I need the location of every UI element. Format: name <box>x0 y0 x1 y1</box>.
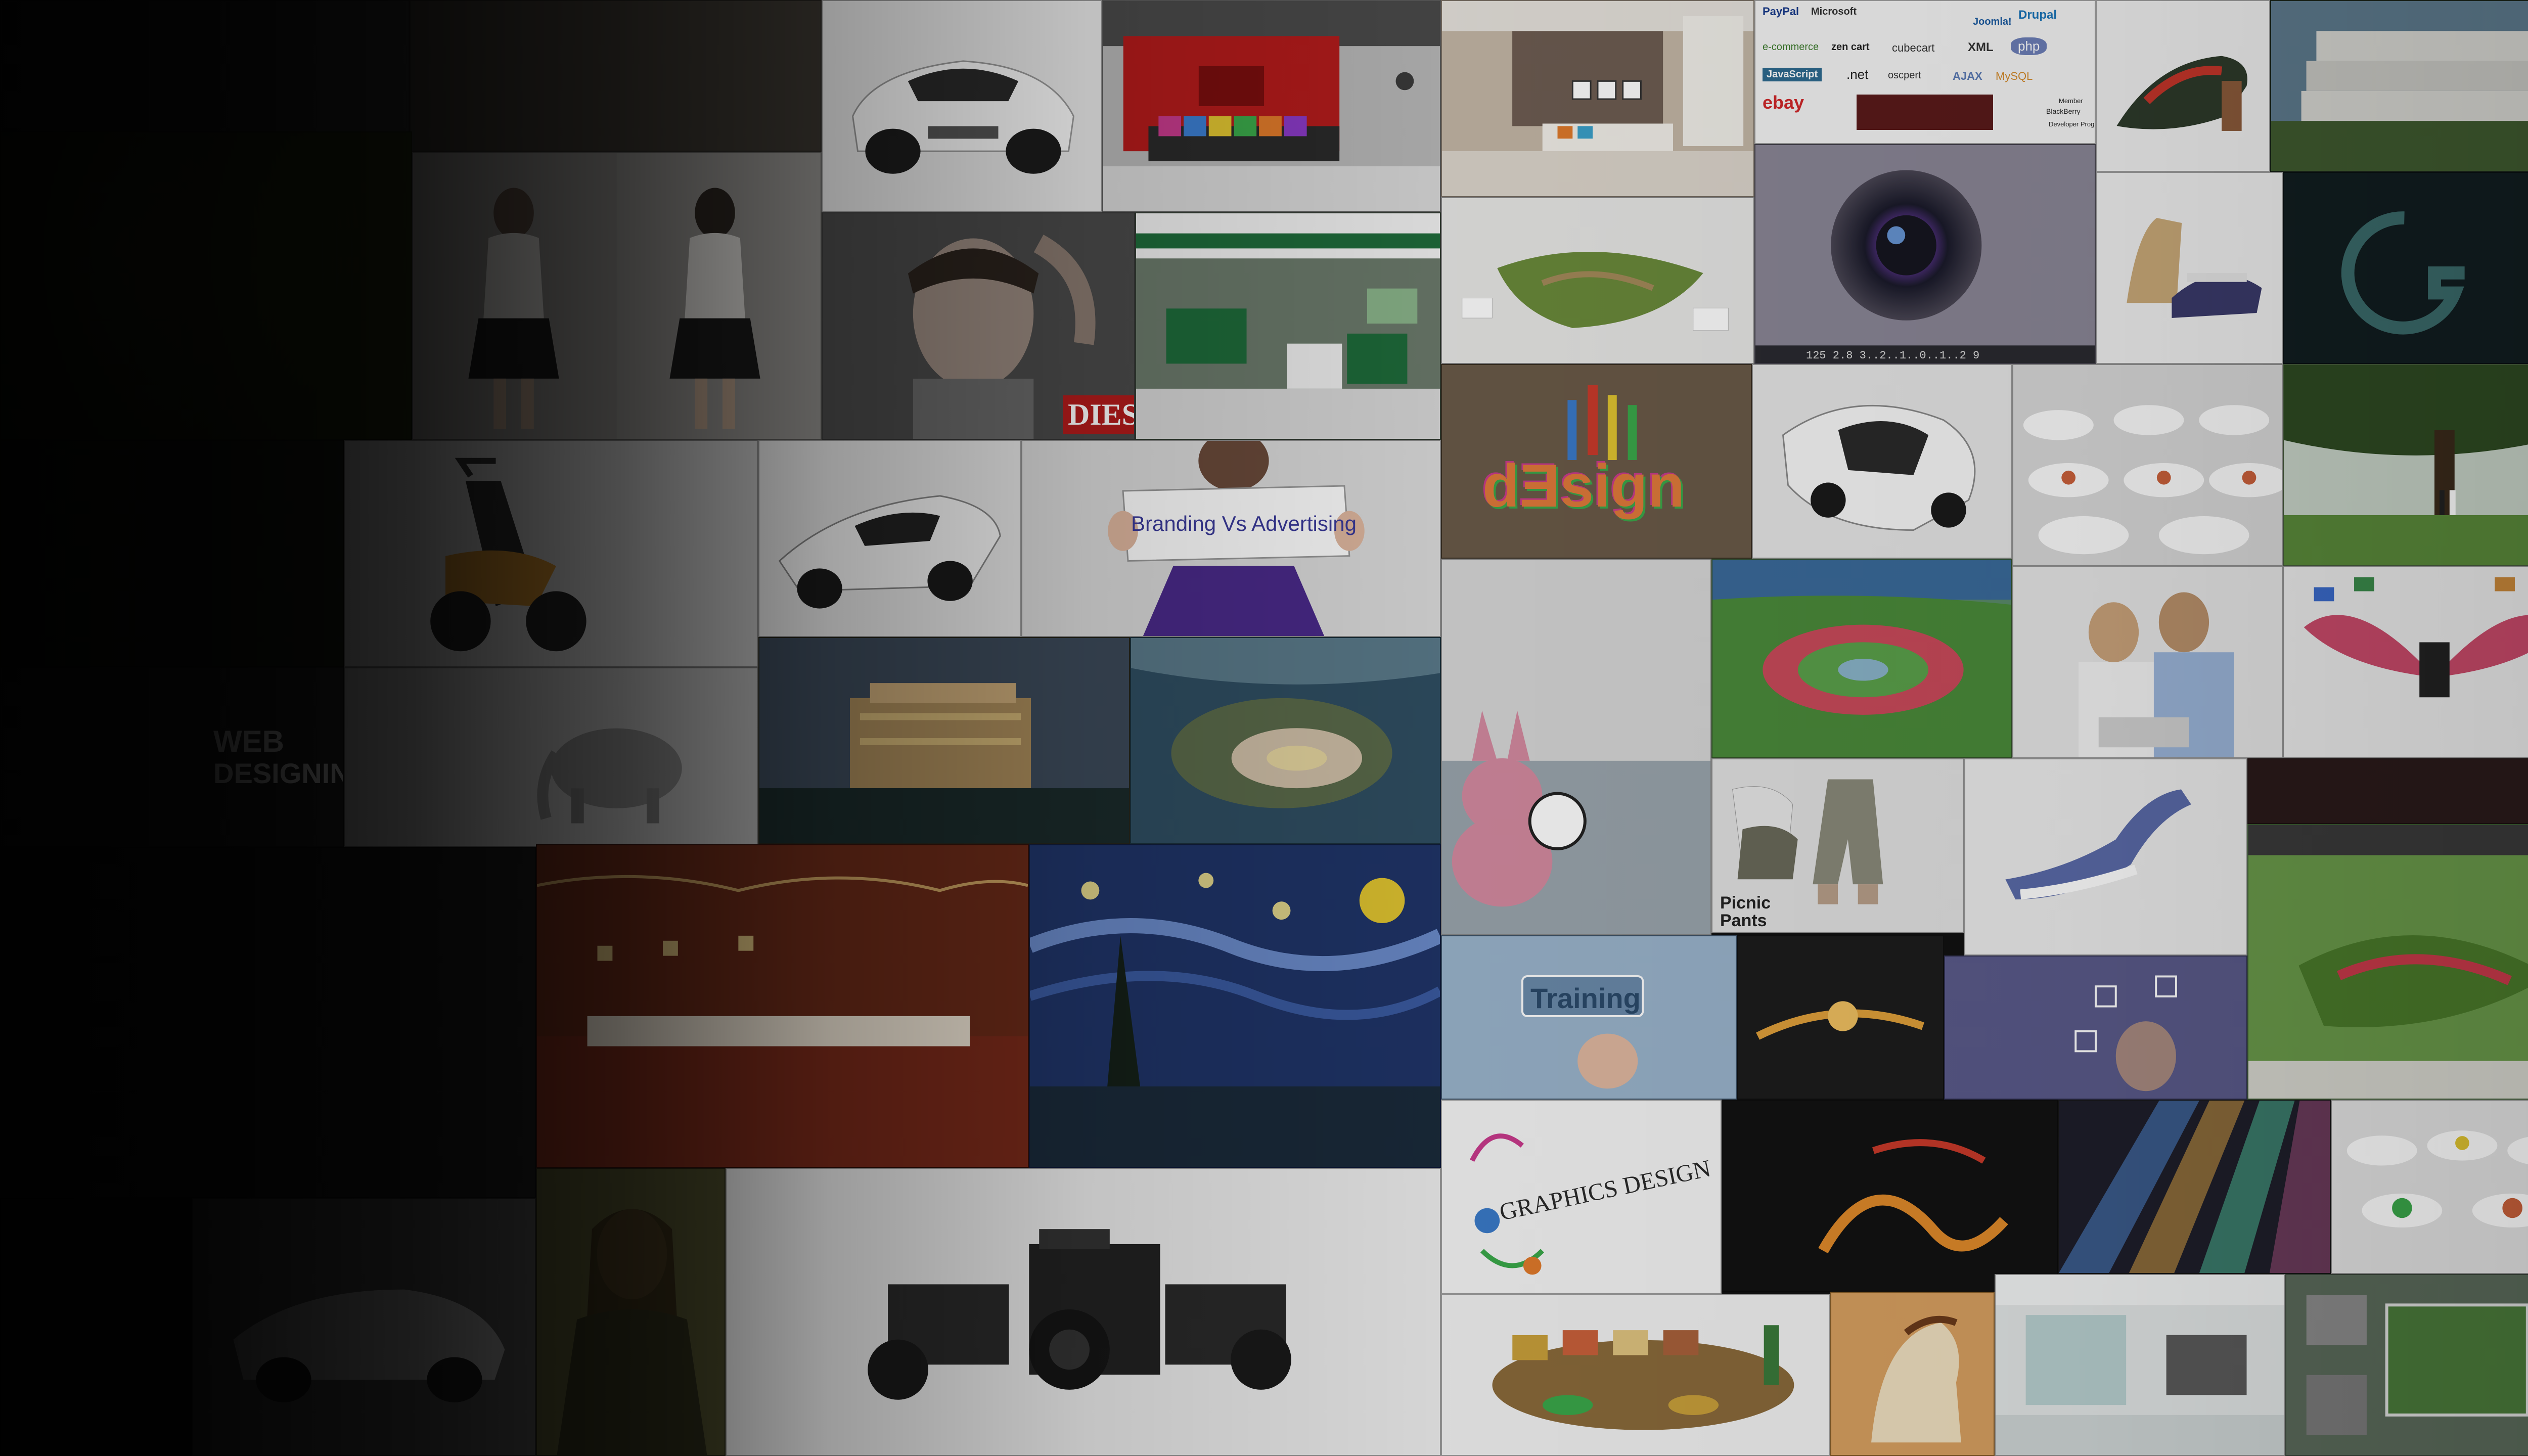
photo-camera-lens: 125 2.8 3..2..1..0..1..2 9 <box>1754 144 2096 364</box>
tech-paypal-logo: PayPal <box>1763 5 1799 18</box>
photo-design-pencils: dƎsign <box>1441 364 1752 559</box>
photo-food-buffet <box>2331 1100 2528 1274</box>
photo-devices-wings <box>2283 566 2528 758</box>
tech-blackberry-logo: BlackBerry <box>2046 107 2081 115</box>
tech-mysql-logo: MySQL <box>1996 70 2033 82</box>
photo-video-cameras <box>726 1168 1441 1456</box>
photo-couple-laptop <box>2012 566 2283 758</box>
photo-bottom-left-dark <box>0 847 536 1198</box>
photo-tech-logos: PayPal Microsoft Joomla! Drupal e-commer… <box>1754 0 2096 144</box>
tech-ajax-logo: AJAX <box>1953 70 1982 82</box>
photo-branding-sign: Branding Vs Advertising <box>1021 440 1441 637</box>
tech-commerce-logo: e-commerce <box>1763 41 1819 53</box>
photo-supercar-top <box>1752 364 2012 559</box>
photo-mona-lisa <box>536 1168 726 1456</box>
photo-sandal-red <box>2096 0 2270 172</box>
photo-left-mid-dark <box>0 440 344 667</box>
photo-horse-painting <box>1830 1292 1995 1456</box>
photo-starry-night <box>1029 844 1441 1168</box>
photo-man-portrait: DIESEL <box>822 212 1135 440</box>
tech-php-logo: php <box>2011 37 2047 55</box>
tech-javascript-logo: JavaScript <box>1763 68 1822 81</box>
tech-xml-logo: XML <box>1968 40 1994 54</box>
tech-red-banner <box>1857 95 1993 130</box>
web-designing-text-2: DESIGNING <box>213 757 343 789</box>
photo-touch-icons <box>1944 956 2247 1100</box>
photo-green-booth <box>1135 212 1441 440</box>
photo-colour-graphic <box>2283 172 2528 364</box>
diesel-logo: DIESEL <box>1063 395 1134 434</box>
photo-dark-strip <box>2247 758 2528 824</box>
photo-group-dark <box>410 0 822 152</box>
photo-snack-platter <box>1441 1294 1830 1456</box>
photo-garden-fountain <box>1711 559 2012 758</box>
tech-developer-logo: Developer Program <box>2049 120 2095 128</box>
photo-plates-food <box>2012 364 2283 566</box>
web-designing-text-1: WEB <box>213 724 284 758</box>
photo-training: Training <box>1441 935 1737 1100</box>
photo-banquet-hall <box>536 844 1029 1168</box>
photo-tree-couple <box>2283 364 2528 566</box>
photo-beige-interior <box>1441 0 1754 197</box>
photo-wedge-sandal <box>2096 172 2283 364</box>
photo-bottom-left-car <box>192 1198 536 1456</box>
tech-zencart-logo: zen cart <box>1831 41 1870 53</box>
camera-readout: 125 2.8 3..2..1..0..1..2 9 <box>1806 349 1980 362</box>
photo-garden-aerial <box>2247 824 2528 1100</box>
photo-light-hands <box>1737 935 1944 1100</box>
collage-canvas: PayPal Microsoft Joomla! Drupal e-commer… <box>0 0 2528 1456</box>
tech-net-logo: .net <box>1846 67 1869 82</box>
tech-drupal-logo: Drupal <box>2018 8 2057 22</box>
photo-screens-tunnel <box>2058 1100 2331 1274</box>
picnic-pants-text-2: Pants <box>1720 911 1767 930</box>
photo-top-left-dark <box>0 0 410 152</box>
photo-white-supercar <box>822 0 1102 212</box>
photo-web-designing: WEB DESIGNING <box>0 667 344 847</box>
photo-aerial-city <box>2285 1274 2528 1456</box>
photo-landscape-model <box>1441 197 1754 364</box>
photo-white-convertible <box>758 440 1021 637</box>
photo-red-living-room <box>1102 0 1441 212</box>
photo-chaise-lounge <box>1964 758 2247 956</box>
photo-white-interior <box>1995 1274 2285 1456</box>
photo-fashion-models <box>412 152 822 440</box>
branding-sign-text: Branding Vs Advertising <box>1131 512 1357 535</box>
tech-member-logo: Member <box>2059 97 2083 105</box>
design-text: dƎsign <box>1482 452 1685 520</box>
photo-abstract-flame <box>1722 1100 2058 1292</box>
photo-resort-island <box>1130 637 1441 844</box>
photo-pink-bunny <box>1441 559 1711 935</box>
tech-joomla-logo: Joomla! <box>1973 16 2012 27</box>
photo-elephant <box>344 667 758 847</box>
photo-apples <box>0 131 412 440</box>
tech-cubecart-logo: cubecart <box>1892 41 1935 54</box>
photo-modern-building <box>2270 0 2528 172</box>
photo-building-lake <box>758 637 1130 844</box>
photo-picnic-pants: Picnic Pants <box>1711 758 1964 933</box>
tech-ebay-logo: ebay <box>1763 92 1804 113</box>
training-text: Training <box>1530 982 1641 1014</box>
tech-oscpert-logo: oscpert <box>1888 70 1921 81</box>
photo-graphics-design: GRAPHICS DESIGN <box>1441 1100 1722 1294</box>
photo-bottom-far-left <box>0 1198 192 1456</box>
picnic-pants-text-1: Picnic <box>1720 893 1771 913</box>
tech-microsoft-logo: Microsoft <box>1811 6 1857 17</box>
photo-scooter <box>344 440 758 667</box>
